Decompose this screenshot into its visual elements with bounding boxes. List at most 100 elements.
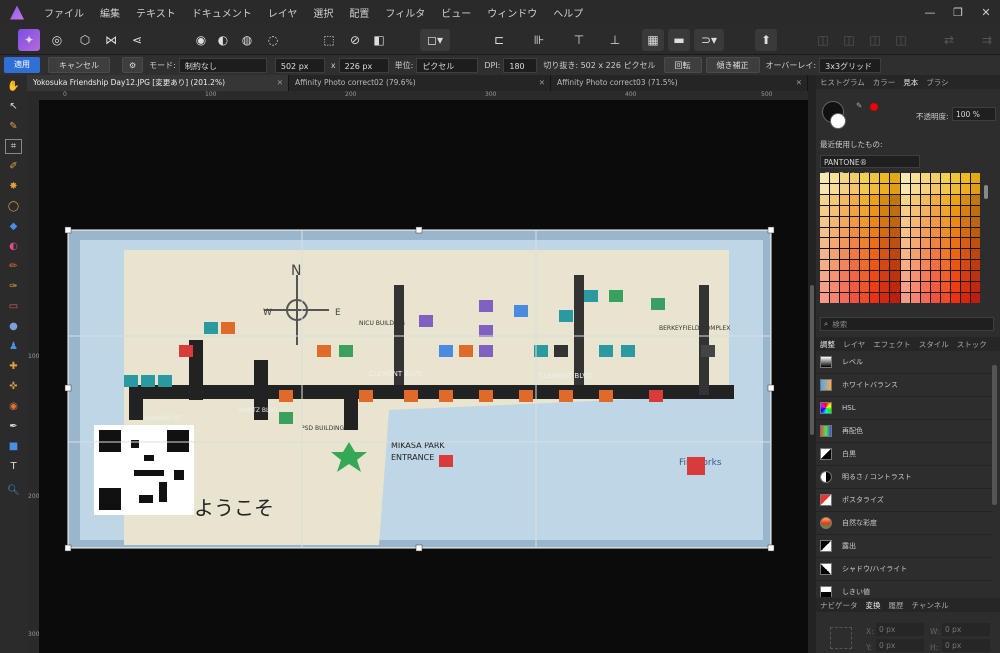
adj-threshold[interactable]: しきい値 [816, 581, 992, 597]
menu-layer[interactable]: レイヤ [260, 5, 306, 20]
tab-correct03[interactable]: Affinity Photo correct03 (71.5%) ✕ [551, 75, 808, 91]
overlay-select[interactable]: 3x3グリッド [819, 57, 882, 73]
close-tab-icon[interactable]: ✕ [277, 75, 283, 91]
color-swatch[interactable] [950, 194, 960, 205]
color-swatch[interactable] [930, 183, 940, 194]
color-swatch[interactable] [860, 183, 870, 194]
color-swatch[interactable] [860, 227, 870, 238]
color-swatch[interactable] [890, 194, 900, 205]
align-left-icon[interactable]: ⊏ [488, 29, 510, 51]
color-swatch[interactable] [850, 238, 860, 249]
color-swatch[interactable] [850, 183, 860, 194]
adj-shadows-highlights[interactable]: シャドウ/ハイライト [816, 558, 992, 581]
close-tab-icon[interactable]: ✕ [796, 75, 802, 91]
color-swatch[interactable] [960, 249, 970, 260]
color-swatch[interactable] [930, 227, 940, 238]
color-swatch[interactable] [960, 173, 970, 183]
color-swatch[interactable] [900, 271, 910, 282]
tab-brushes[interactable]: ブラシ [922, 77, 952, 88]
color-swatch[interactable] [940, 216, 950, 227]
color-swatch[interactable] [830, 238, 840, 249]
dpi-field[interactable]: 180 [503, 57, 538, 73]
color-swatch[interactable] [830, 260, 840, 271]
color-swatch[interactable] [850, 282, 860, 293]
swatch-grid[interactable] [820, 173, 980, 303]
color-swatch[interactable] [860, 216, 870, 227]
color-swatch[interactable] [880, 238, 890, 249]
color-swatch[interactable] [820, 293, 830, 303]
color-swatch[interactable] [840, 249, 850, 260]
color-swatch[interactable] [840, 260, 850, 271]
red-eye-tool-icon[interactable]: ◉ [5, 399, 22, 414]
color-swatch[interactable] [970, 183, 980, 194]
color-swatch[interactable] [870, 205, 880, 216]
menu-text[interactable]: テキスト [128, 5, 184, 20]
move-tool-icon[interactable]: ↖ [5, 99, 22, 114]
color-swatch[interactable] [850, 271, 860, 282]
tab-yokosuka[interactable]: Yokosuka Friendship Day12.JPG [変更あり] (20… [27, 75, 289, 91]
color-picker-tool-icon[interactable]: ✎ [5, 119, 22, 134]
color-swatch[interactable] [950, 183, 960, 194]
color-swatch[interactable] [960, 205, 970, 216]
color-swatch[interactable] [830, 282, 840, 293]
color-swatch[interactable] [910, 183, 920, 194]
color-swatch[interactable] [940, 282, 950, 293]
color-swatch[interactable] [920, 173, 930, 183]
tab-styles[interactable]: スタイル [915, 339, 953, 350]
color-swatch[interactable] [890, 205, 900, 216]
color-swatch[interactable] [890, 173, 900, 183]
color-swatch[interactable] [840, 183, 850, 194]
color-swatch[interactable] [930, 293, 940, 303]
color-swatch[interactable] [840, 271, 850, 282]
color-swatch[interactable] [950, 293, 960, 303]
color-swatch[interactable] [900, 227, 910, 238]
pixel-tool-icon[interactable]: ✑ [5, 279, 22, 294]
color-swatch[interactable] [920, 238, 930, 249]
color-swatch[interactable] [910, 173, 920, 183]
tab-adjustments[interactable]: 調整 [816, 339, 839, 350]
color-swatch[interactable] [900, 173, 910, 183]
color-swatch[interactable] [920, 183, 930, 194]
color-swatch[interactable] [940, 205, 950, 216]
color-swatch[interactable] [970, 293, 980, 303]
marquee-select-icon[interactable]: ⬚ [318, 29, 340, 51]
color-swatch[interactable] [970, 194, 980, 205]
deselect-icon[interactable]: ⊘ [344, 29, 366, 51]
export-persona-icon[interactable]: ⋖ [126, 29, 148, 51]
color-swatch[interactable] [940, 249, 950, 260]
color-swatch[interactable] [890, 282, 900, 293]
color-swatch[interactable] [860, 260, 870, 271]
color-swatch[interactable] [950, 205, 960, 216]
align-center-icon[interactable]: ⊪ [528, 29, 550, 51]
adj-vibrance[interactable]: 自然な彩度 [816, 512, 992, 535]
rectangle-tool-icon[interactable]: ■ [5, 439, 22, 454]
color-swatch[interactable] [890, 238, 900, 249]
color-swatch[interactable] [970, 205, 980, 216]
color-swatch[interactable] [870, 282, 880, 293]
color-swatch[interactable] [900, 194, 910, 205]
color-swatch[interactable] [890, 260, 900, 271]
color-swatch[interactable] [820, 173, 830, 183]
color-swatch[interactable] [930, 205, 940, 216]
color-swatch[interactable] [830, 271, 840, 282]
adj-exposure[interactable]: 露出 [816, 535, 992, 558]
color-swatch[interactable] [870, 227, 880, 238]
menu-edit[interactable]: 編集 [92, 5, 128, 20]
auto-color-icon[interactable]: ◍ [236, 29, 258, 51]
adj-white-balance[interactable]: ホワイトバランス [816, 374, 992, 397]
color-swatch[interactable] [880, 194, 890, 205]
rotate-button[interactable]: 回転 [663, 57, 702, 73]
snapping-grid-icon[interactable]: ▦ [642, 29, 664, 51]
color-swatch[interactable] [870, 271, 880, 282]
color-swatch[interactable] [920, 293, 930, 303]
menu-filter[interactable]: フィルタ [377, 5, 433, 20]
photo-persona-icon[interactable]: ✦ [18, 29, 40, 51]
color-swatch[interactable] [860, 249, 870, 260]
gradient-tool-icon[interactable]: ◐ [5, 239, 22, 254]
color-swatch[interactable] [890, 227, 900, 238]
color-swatch[interactable] [920, 205, 930, 216]
color-swatch[interactable] [850, 205, 860, 216]
color-swatch[interactable] [960, 293, 970, 303]
color-swatch[interactable] [940, 194, 950, 205]
color-swatch[interactable] [930, 194, 940, 205]
